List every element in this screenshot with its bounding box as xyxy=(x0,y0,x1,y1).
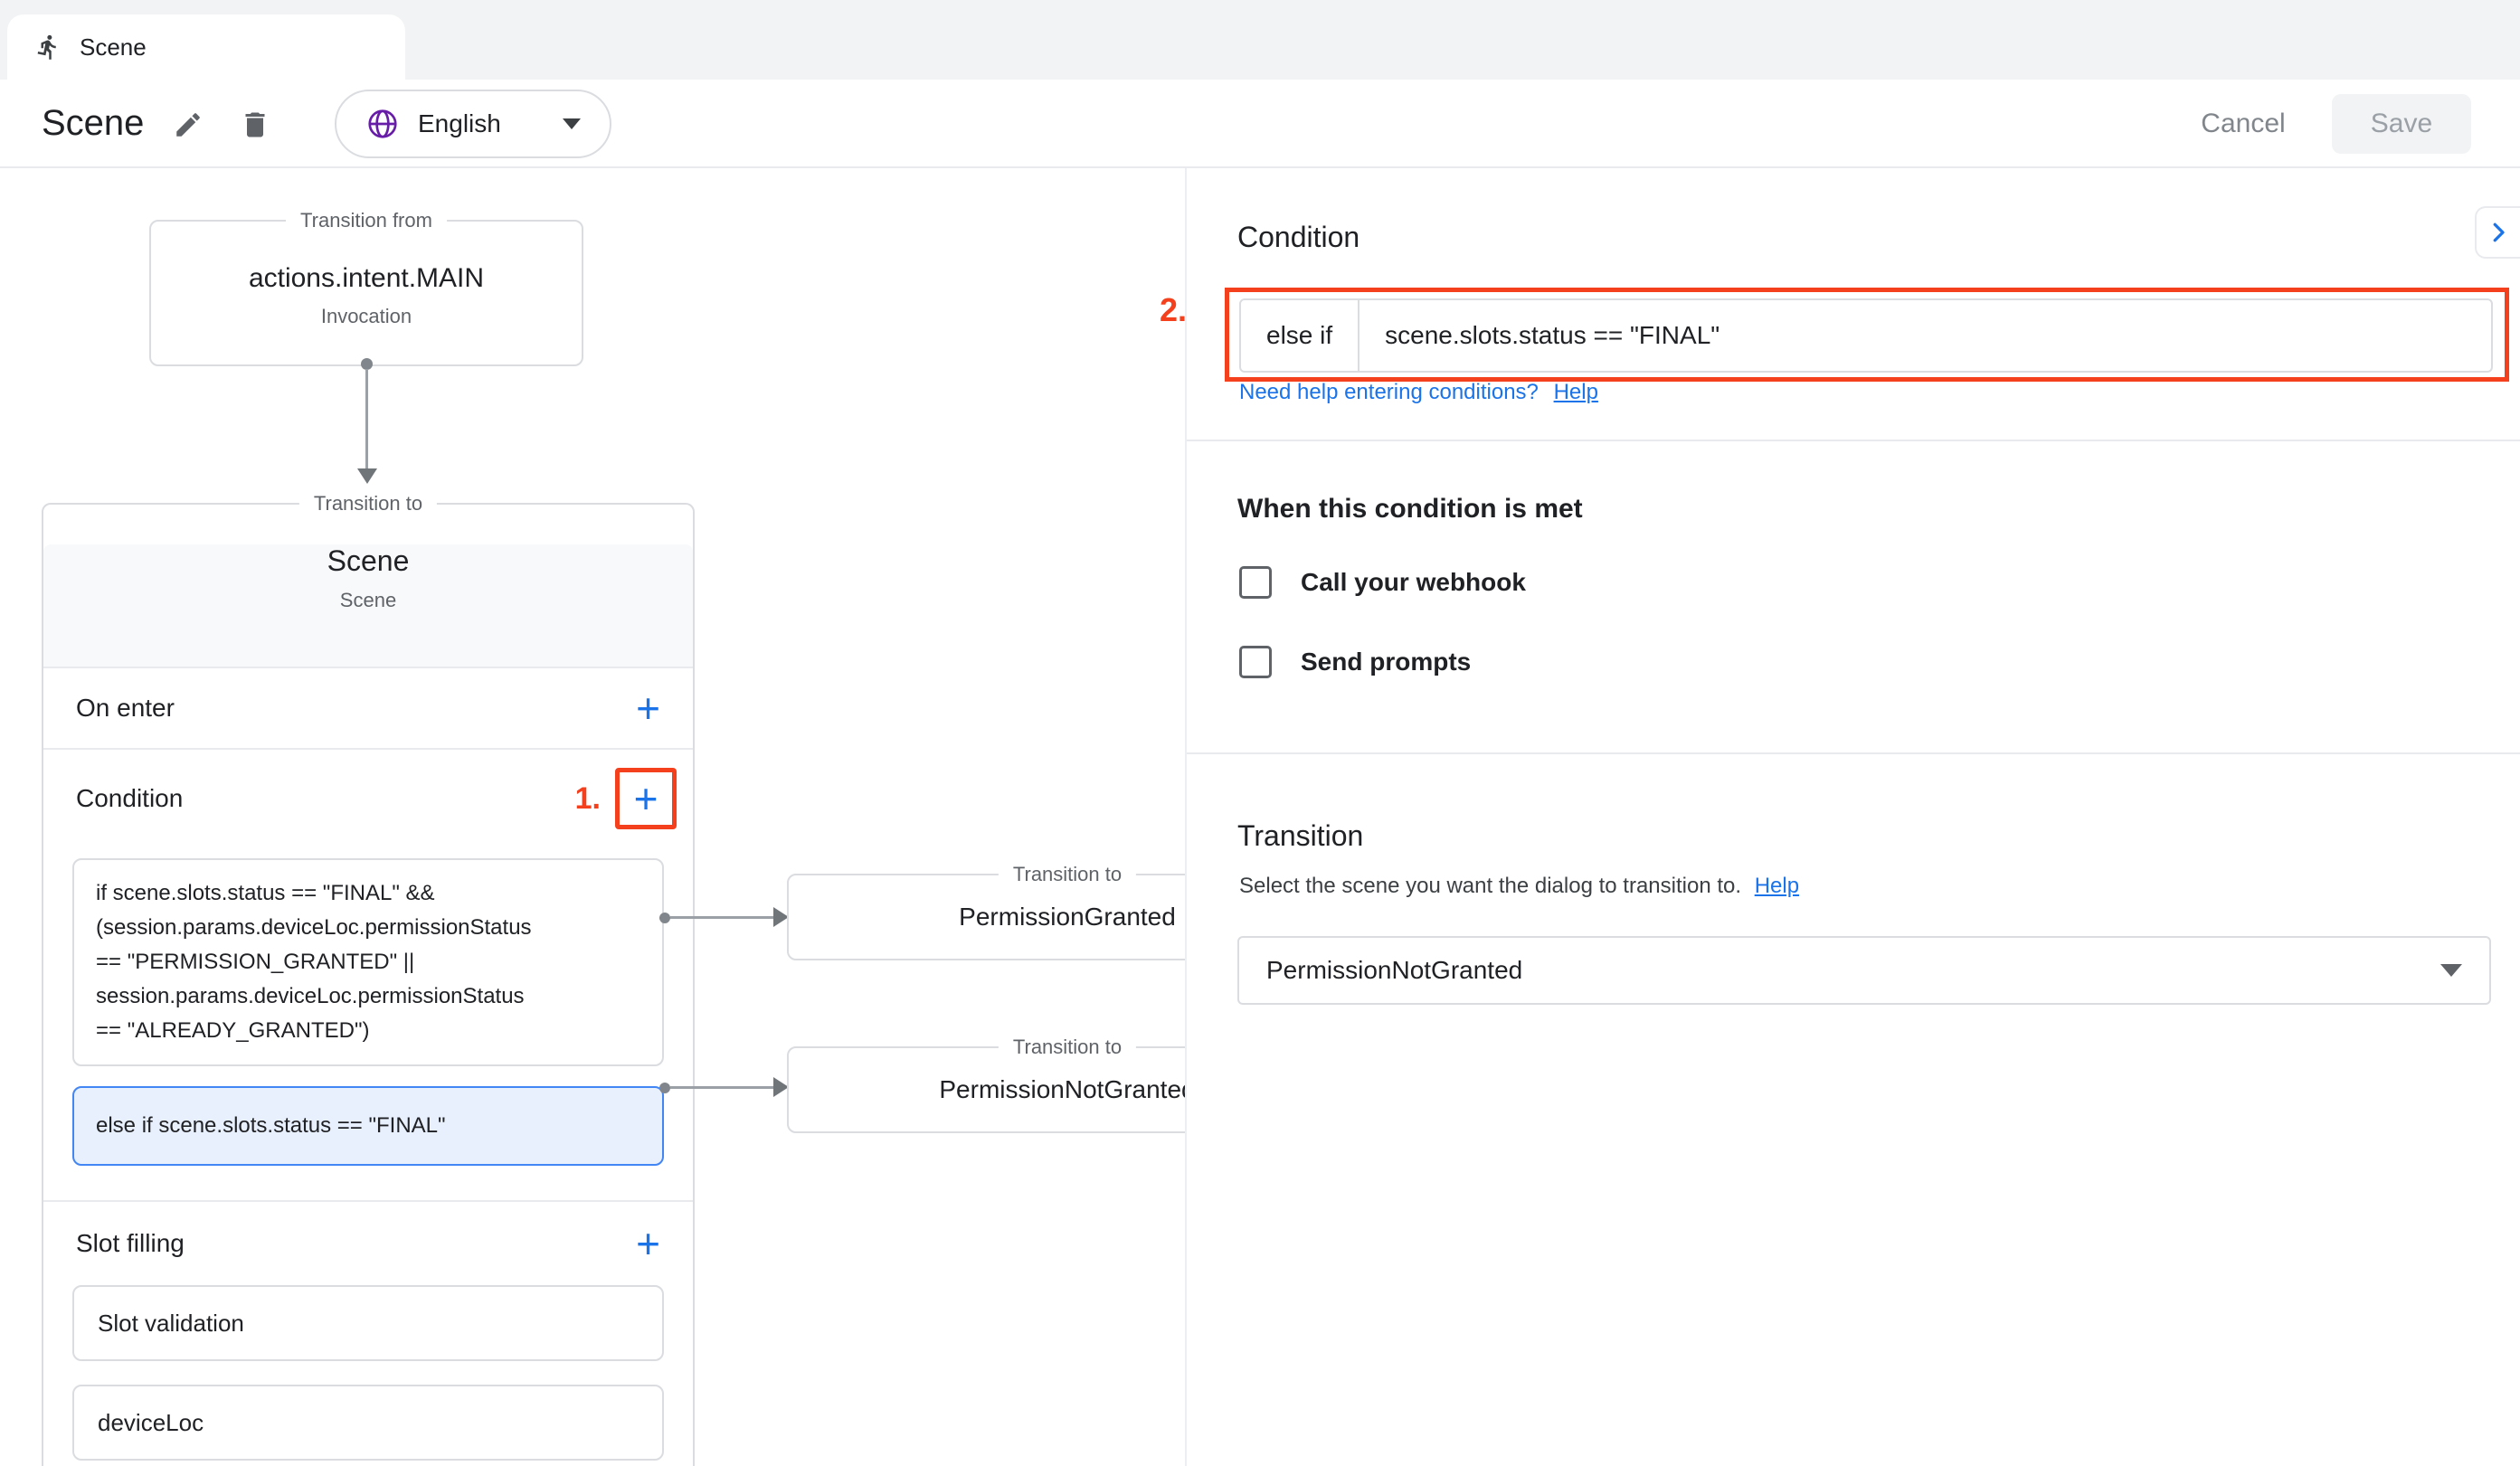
header: Scene English Cancel Save xyxy=(0,80,2520,168)
section-slot-filling-header: Slot filling + xyxy=(43,1202,693,1285)
add-on-enter-button[interactable]: + xyxy=(636,687,660,729)
language-selector[interactable]: English xyxy=(335,90,611,158)
slot-item-deviceloc[interactable]: deviceLoc xyxy=(72,1385,664,1461)
connector-dot xyxy=(659,913,670,923)
plus-icon: + xyxy=(634,775,658,822)
save-button[interactable]: Save xyxy=(2332,94,2471,154)
condition-help-link[interactable]: Help xyxy=(1554,380,1598,404)
annotation-highlight-box-1: + xyxy=(615,768,677,829)
page-title: Scene xyxy=(42,80,144,166)
prompts-checkbox[interactable] xyxy=(1239,646,1272,678)
tab-scene[interactable]: Scene xyxy=(7,14,405,80)
scene-node: Transition to Scene Scene On enter + Con… xyxy=(42,503,695,1466)
prompts-checkbox-label: Send prompts xyxy=(1301,648,1471,676)
transition-help-text: Select the scene you want the dialog to … xyxy=(1239,874,1799,899)
flow-arrowhead-icon xyxy=(357,468,377,484)
scene-node-header[interactable]: Scene Scene xyxy=(43,544,693,668)
scene-editor-screen: Scene Scene English Cancel Save Transit xyxy=(0,0,2520,1466)
transition-heading: Transition xyxy=(1237,819,1363,853)
transition-scene-select[interactable]: PermissionNotGranted xyxy=(1237,936,2491,1005)
slot-item-validation[interactable]: Slot validation xyxy=(72,1285,664,1361)
globe-icon xyxy=(365,107,400,141)
condition-item-1[interactable]: if scene.slots.status == "FINAL" && (ses… xyxy=(72,858,664,1066)
selected-scene-value: PermissionNotGranted xyxy=(1266,956,1522,985)
connector-dot xyxy=(659,1083,670,1093)
when-condition-heading: When this condition is met xyxy=(1237,494,1583,525)
condition-item-2-selected[interactable]: else if scene.slots.status == "FINAL" xyxy=(72,1086,664,1166)
caret-down-icon xyxy=(563,118,581,129)
scene-node-subtitle: Scene xyxy=(43,589,693,612)
condition-help-text: Need help entering conditions? Help xyxy=(1239,380,1598,405)
condition-editor-row: else if scene.slots.status == "FINAL" xyxy=(1239,298,2493,373)
webhook-checkbox[interactable] xyxy=(1239,566,1272,599)
cancel-button[interactable]: Cancel xyxy=(2189,80,2297,166)
section-condition-header: Condition 1. + xyxy=(43,750,693,847)
collapse-panel-button[interactable] xyxy=(2475,206,2520,259)
invocation-node[interactable]: Transition from actions.intent.MAIN Invo… xyxy=(149,220,583,366)
section-divider xyxy=(43,1166,693,1202)
scene-frame-label: Transition to xyxy=(299,490,437,517)
annotation-2: 2. xyxy=(1160,291,1187,329)
condition-prefix[interactable]: else if xyxy=(1241,300,1359,371)
tab-label: Scene xyxy=(80,33,147,61)
transition-help-sentence: Select the scene you want the dialog to … xyxy=(1239,874,1741,898)
panel-divider xyxy=(1187,752,2520,754)
connector-line xyxy=(670,916,775,919)
on-enter-label: On enter xyxy=(76,694,175,723)
plus-icon: + xyxy=(636,685,660,732)
target-frame-label: Transition to xyxy=(999,861,1136,888)
invocation-frame-label: Transition from xyxy=(286,207,447,234)
webhook-option-row[interactable]: Call your webhook xyxy=(1239,566,1526,599)
assistant-person-icon xyxy=(34,33,62,61)
edit-scene-button[interactable] xyxy=(166,103,210,147)
browser-tab-bar: Scene xyxy=(0,0,2520,80)
plus-icon: + xyxy=(636,1220,660,1267)
select-caret-icon xyxy=(2440,964,2462,977)
language-label: English xyxy=(418,109,501,138)
add-slot-button[interactable]: + xyxy=(636,1223,660,1264)
target-frame-label: Transition to xyxy=(999,1034,1136,1061)
panel-condition-heading: Condition xyxy=(1237,221,1359,254)
trash-icon xyxy=(239,109,271,141)
invocation-title: actions.intent.MAIN xyxy=(151,263,582,294)
section-on-enter: On enter + xyxy=(43,668,693,750)
help-prompt-text: Need help entering conditions? xyxy=(1239,380,1539,404)
connector-line xyxy=(670,1086,775,1089)
condition-expression-input[interactable]: scene.slots.status == "FINAL" xyxy=(1359,300,2491,371)
pencil-icon xyxy=(173,109,204,140)
panel-divider xyxy=(1187,440,2520,441)
add-condition-button[interactable]: + xyxy=(634,778,658,819)
transition-help-link[interactable]: Help xyxy=(1755,874,1799,898)
chevron-right-icon xyxy=(2485,219,2512,246)
prompts-option-row[interactable]: Send prompts xyxy=(1239,646,1471,678)
webhook-checkbox-label: Call your webhook xyxy=(1301,568,1526,597)
delete-scene-button[interactable] xyxy=(233,103,277,147)
condition-detail-panel: Condition else if scene.slots.status == … xyxy=(1185,168,2520,1466)
slot-filling-label: Slot filling xyxy=(76,1229,185,1258)
condition-section-label: Condition xyxy=(76,784,183,813)
scene-node-title: Scene xyxy=(43,544,693,578)
invocation-subtitle: Invocation xyxy=(151,305,582,328)
flow-connector-line xyxy=(365,369,368,468)
annotation-1: 1. xyxy=(575,781,601,817)
